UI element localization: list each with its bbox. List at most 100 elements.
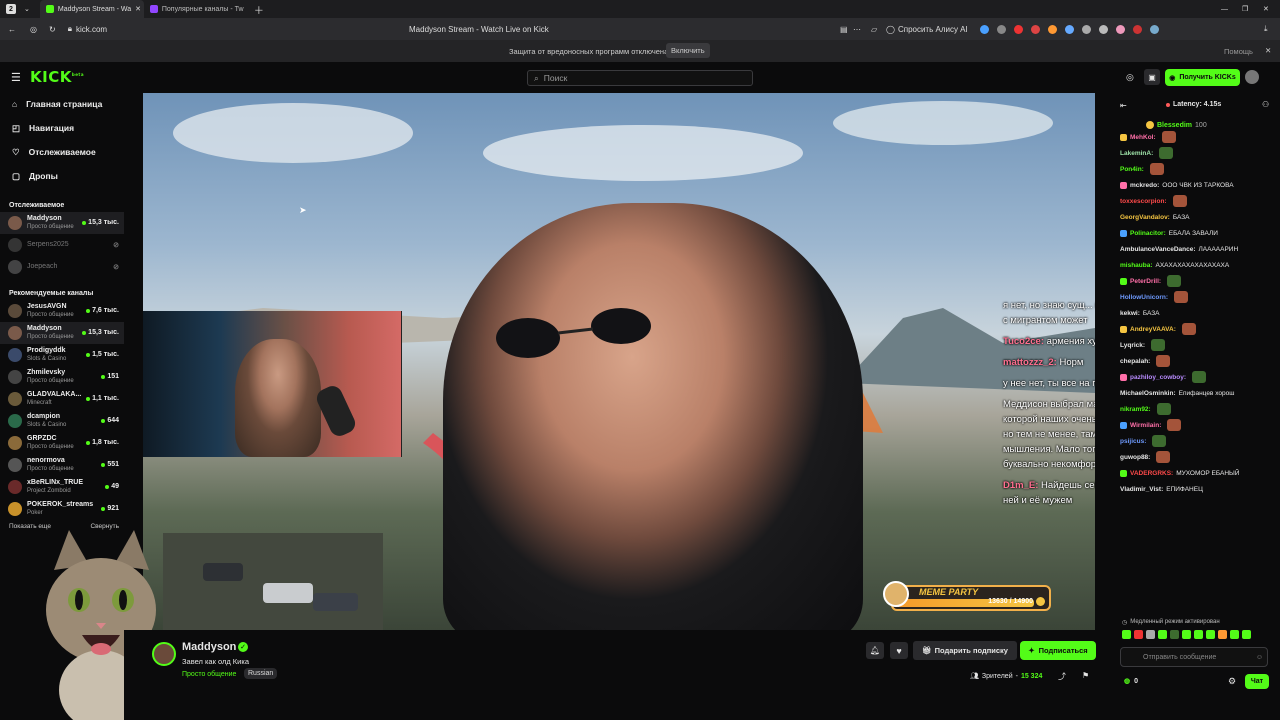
chat-username[interactable]: PeterDrill: (1130, 278, 1161, 285)
category-link[interactable]: Просто общение (182, 671, 236, 678)
extension-icon[interactable] (1014, 24, 1023, 34)
refresh-icon[interactable]: ↻ (49, 25, 56, 34)
shield-icon[interactable]: ◎ (30, 25, 37, 34)
chat-send-button[interactable]: Чат (1245, 674, 1269, 689)
emote-icon[interactable] (1182, 630, 1191, 639)
close-infobar-icon[interactable]: ✕ (1265, 46, 1271, 55)
sidebar-channel[interactable]: nenormova Просто общение 551 (0, 454, 124, 476)
extension-icon[interactable] (1082, 24, 1091, 34)
extension-icon[interactable] (1150, 24, 1159, 34)
chat-username[interactable]: VADERGRKS: (1130, 470, 1173, 477)
sidebar-channel[interactable]: Zhmilevsky Просто общение 151 (0, 366, 124, 388)
follow-heart-button[interactable]: ♥ (890, 642, 908, 659)
extension-icon[interactable] (1048, 24, 1057, 34)
tab-maddyson[interactable]: Maddyson Stream - Wa ✕ (39, 0, 144, 18)
notifications-icon[interactable]: ◎ (1126, 72, 1134, 83)
notifications-bell-button[interactable]: 🔔︎ (866, 642, 884, 659)
extension-icon[interactable] (1099, 24, 1108, 34)
extension-icon[interactable] (997, 24, 1006, 34)
emote-icon[interactable] (1158, 630, 1167, 639)
emote-icon[interactable] (1146, 630, 1155, 639)
new-tab-icon[interactable]: ＋ (254, 2, 264, 17)
chat-username[interactable]: toxxescorpion: (1120, 198, 1167, 205)
chat-username[interactable]: HollowUnicorn: (1120, 294, 1168, 301)
sidebar-channel[interactable]: Maddyson Просто общение 15,3 тыс. (0, 322, 124, 344)
chat-username[interactable]: mckredo: (1130, 182, 1159, 189)
gift-subscription-button[interactable]: 🎁︎ Подарить подписку (913, 641, 1017, 660)
get-kicks-button[interactable]: ◉ Получить KICKs (1165, 69, 1240, 86)
emote-icon[interactable] (1170, 630, 1179, 639)
extension-icon[interactable] (1133, 24, 1142, 34)
chat-username[interactable]: mishauba: (1120, 262, 1153, 269)
chat-settings-icon[interactable]: ⚙ (1228, 676, 1236, 687)
help-link[interactable]: Помощь (1224, 47, 1253, 56)
sidebar-channel[interactable]: POKEROK_streams Poker 921 (0, 498, 124, 520)
sidebar-channel[interactable]: Joepeach ⊘ (0, 256, 124, 278)
chat-username[interactable]: Polinacitor: (1130, 230, 1166, 237)
chat-mode-icon[interactable]: ▣ (1144, 69, 1160, 85)
chat-username[interactable]: AmbulanceVanceDance: (1120, 246, 1196, 253)
kick-logo[interactable]: KICKbeta (30, 68, 84, 86)
streamer-avatar[interactable] (152, 642, 176, 666)
sidebar-item-home[interactable]: ⌂ Главная страница (0, 92, 124, 116)
chat-username[interactable]: guwop88: (1120, 454, 1150, 461)
sidebar-channel[interactable]: xBeRLINx_TRUE Project Zomboid 49 (0, 476, 124, 498)
enable-protection-button[interactable]: Включить (666, 43, 710, 58)
download-icon[interactable]: ⤓ (1264, 24, 1268, 34)
report-icon[interactable]: ⚑ (1082, 671, 1089, 680)
chevron-down-icon[interactable]: ⌄ (24, 5, 30, 13)
alice-button[interactable]: ◯ Спросить Алису AI (886, 25, 968, 34)
sidebar-channel[interactable]: Prodigyddk Slots & Casino 1,5 тыс. (0, 344, 124, 366)
emoji-icon[interactable]: ☺ (1256, 654, 1263, 661)
chat-username[interactable]: LakeminA: (1120, 150, 1153, 157)
emote-icon[interactable] (1230, 630, 1239, 639)
emote-icon[interactable] (1134, 630, 1143, 639)
sidebar-channel[interactable]: JesusAVGN Просто общение 7,6 тыс. (0, 300, 124, 322)
chat-username[interactable]: Wirmilain: (1130, 422, 1161, 429)
chat-username[interactable]: MehKol: (1130, 134, 1156, 141)
tab-popular[interactable]: Популярные каналы - Tw (144, 0, 248, 18)
sidebar-channel[interactable]: Serpens2025 ⊘ (0, 234, 124, 256)
chat-username[interactable]: GeorgVandalov: (1120, 214, 1170, 221)
chat-username[interactable]: nikram92: (1120, 406, 1151, 413)
chat-message-input[interactable]: Отправить сообщение ☺ (1120, 647, 1268, 667)
extension-icon[interactable] (1116, 24, 1125, 34)
chat-username[interactable]: Lyqrick: (1120, 342, 1145, 349)
chat-username[interactable]: Pon4in: (1120, 166, 1144, 173)
minimize-icon[interactable]: — (1221, 6, 1228, 13)
sidebar-channel[interactable]: GRPZDC Просто общение 1,8 тыс. (0, 432, 124, 454)
sidebar-item-following[interactable]: ♡ Отслеживаемое (0, 140, 124, 164)
chat-username[interactable]: MichaelOsminkin: (1120, 390, 1176, 397)
close-window-icon[interactable]: ✕ (1263, 5, 1269, 13)
extension-icon[interactable] (1031, 24, 1040, 34)
url-field[interactable]: kick.com (76, 25, 107, 34)
emote-icon[interactable] (1206, 630, 1215, 639)
subscribe-button[interactable]: ✦ Подписаться (1020, 641, 1096, 660)
sidebar-channel[interactable]: Maddyson Просто общение 15,3 тыс. (0, 212, 124, 234)
chat-username[interactable]: kekwi: (1120, 310, 1140, 317)
sidebar-channel[interactable]: GLADVALAKA... Minecraft 1,1 тыс. (0, 388, 124, 410)
video-player[interactable]: я нет, но знаю сущ... правление ждуль, т… (143, 93, 1095, 630)
share-icon[interactable]: ⤴ (1058, 671, 1066, 682)
more-icon[interactable]: ⋯ (853, 25, 861, 34)
emote-icon[interactable] (1122, 630, 1131, 639)
tab-count-badge[interactable]: 2 (6, 4, 16, 14)
collapse-chat-icon[interactable]: ⇤ (1120, 101, 1127, 110)
language-tag[interactable]: Russian (244, 668, 278, 679)
extension-icon[interactable] (980, 24, 989, 34)
search-input[interactable]: ⌕ Поиск (527, 70, 753, 86)
chat-username[interactable]: AndreyVAAVA: (1130, 326, 1176, 333)
emote-icon[interactable] (1218, 630, 1227, 639)
chat-username[interactable]: psijicus: (1120, 438, 1146, 445)
sidebar-item-drops[interactable]: ▢ Дропы (0, 164, 124, 188)
share-icon[interactable]: ▱ (871, 25, 877, 34)
menu-icon[interactable]: ☰ (11, 71, 21, 84)
kicks-balance[interactable]: ◍ 0 (1124, 677, 1138, 686)
extension-icon[interactable] (1065, 24, 1074, 34)
sidebar-channel[interactable]: dcampion Slots & Casino 644 (0, 410, 124, 432)
emote-icon[interactable] (1194, 630, 1203, 639)
user-avatar[interactable] (1245, 70, 1259, 84)
sidebar-item-browse[interactable]: ◰ Навигация (0, 116, 124, 140)
streamer-name[interactable]: Maddyson (182, 641, 236, 653)
chat-username[interactable]: chepalah: (1120, 358, 1150, 365)
